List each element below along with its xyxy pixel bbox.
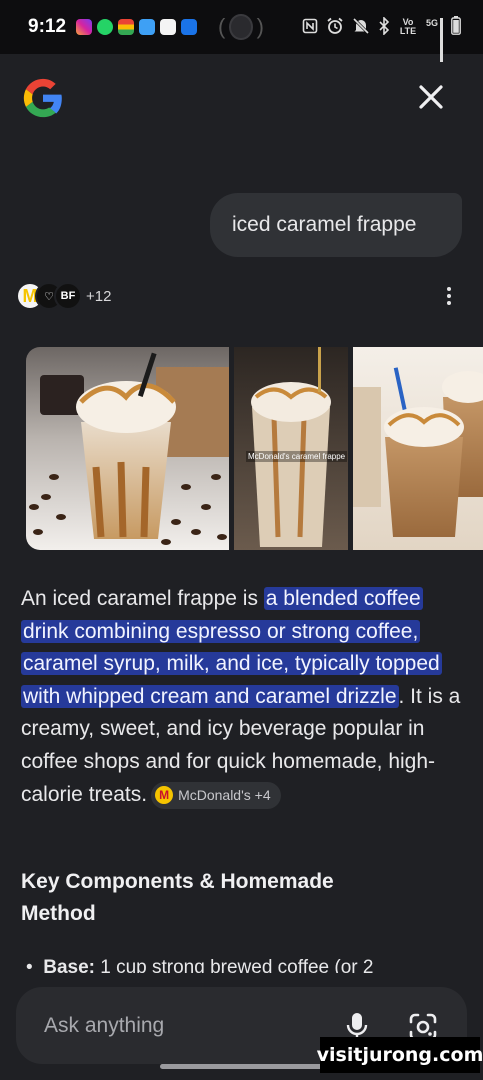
list-item: • Base: 1 cup strong brewed coffee (or 2 [26, 955, 466, 973]
status-time: 9:12 [28, 16, 67, 37]
ai-answer-paragraph: An iced caramel frappe is a blended coff… [21, 583, 471, 811]
image-result-1[interactable] [26, 347, 229, 550]
battery-icon [451, 16, 461, 38]
sources-more-count: +12 [86, 287, 112, 305]
close-icon [419, 85, 443, 109]
bluetooth-icon [378, 15, 390, 38]
more-vert-icon [447, 287, 451, 291]
system-icons: Vo LTE 5G [302, 15, 461, 62]
citation-chip[interactable]: M McDonald's +4 [151, 781, 281, 809]
front-camera-cutout: () [218, 14, 264, 40]
bullet-bold: Base: [43, 957, 95, 973]
ask-placeholder: Ask anything [44, 1013, 165, 1037]
frappe-photo-2 [234, 347, 348, 550]
messenger-icon [139, 19, 156, 35]
signal-icon [440, 18, 443, 62]
cloud-icon [181, 19, 198, 35]
status-bar: 9:12 () Vo LTE 5G [0, 0, 483, 62]
nfc-icon [302, 18, 318, 37]
citation-label: McDonald's +4 [178, 786, 271, 803]
query-text: iced caramel frappe [232, 213, 417, 236]
volte-icon: Vo LTE [399, 17, 417, 36]
mcdonalds-logo-icon: M [155, 786, 174, 805]
image-carousel[interactable]: McDonald's caramel frappe [26, 347, 483, 550]
section-heading: Key Components & Homemade Method [21, 870, 334, 925]
instagram-icon [76, 19, 93, 35]
watermark: visitjurong.com [317, 1037, 483, 1073]
home-indicator[interactable] [160, 1064, 323, 1069]
mute-icon [352, 17, 370, 38]
image-caption: McDonald's caramel frappe [246, 451, 348, 462]
more-options-button[interactable] [438, 284, 460, 308]
google-logo [20, 75, 66, 121]
network-type-icon: 5G [425, 18, 438, 28]
answer-intro: An iced caramel frappe is [21, 587, 264, 610]
wallet-icon [118, 19, 135, 35]
close-button[interactable] [414, 80, 448, 114]
sources-row[interactable]: M ♡ BF +12 [16, 281, 111, 311]
bullet-text: 1 cup strong brewed coffee (or 2 [94, 957, 374, 973]
image-result-3[interactable] [353, 347, 483, 550]
frappe-photo-3 [353, 347, 483, 550]
app-icon [160, 19, 177, 35]
user-query-bubble: iced caramel frappe [210, 193, 462, 257]
bullet-icon: • [26, 957, 44, 973]
whatsapp-icon [97, 19, 114, 35]
camera-icon [229, 14, 253, 40]
alarm-icon [326, 17, 344, 38]
image-result-2[interactable]: McDonald's caramel frappe [234, 347, 348, 550]
notification-icons [76, 19, 198, 35]
bf-source-icon: BF [54, 282, 82, 310]
frappe-photo-1 [26, 347, 229, 550]
